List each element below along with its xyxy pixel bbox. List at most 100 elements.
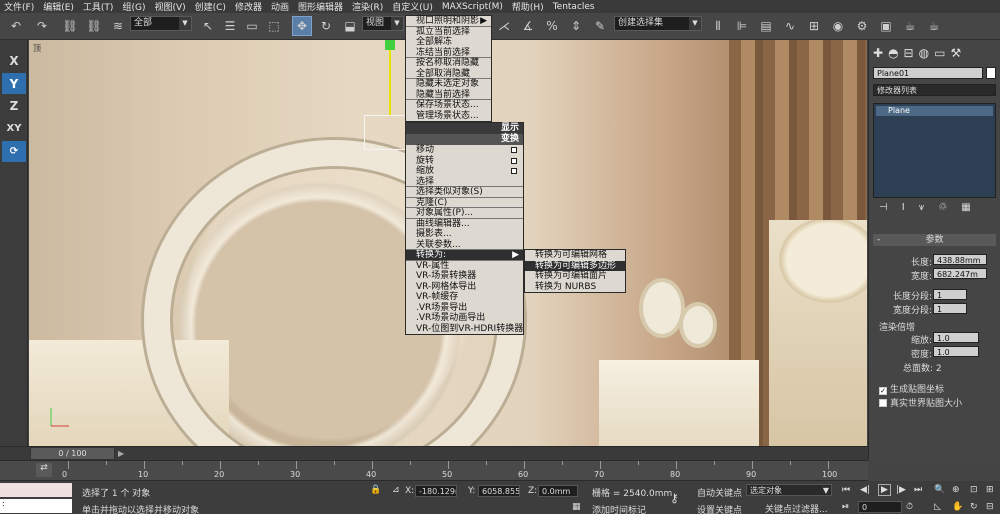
menu-item[interactable]: 帮助(H) — [512, 0, 544, 13]
select-scale-icon[interactable]: ⬓ — [340, 16, 360, 36]
absolute-mode-icon[interactable]: ⊿ — [392, 485, 400, 495]
menu-item[interactable]: 组(G) — [122, 0, 145, 13]
viewport-label[interactable]: 顶 — [33, 43, 41, 54]
quad-menu-item[interactable]: 全部取消隐藏 — [406, 69, 491, 79]
quad-menu-item[interactable]: 选择 — [406, 177, 523, 187]
maxscript-listener-input[interactable]: : — [0, 499, 72, 513]
maxscript-listener[interactable] — [0, 483, 72, 497]
mirror-icon[interactable]: ⫴ — [708, 16, 728, 36]
quad-menu-item[interactable]: 转换为可编辑网格 — [525, 250, 625, 261]
rendered-frame-window-icon[interactable]: ▣ — [876, 16, 896, 36]
quad-menu-item[interactable]: 摄影表... — [406, 229, 523, 240]
display-tab-icon[interactable]: ▭ — [934, 46, 945, 60]
x-coordinate-field[interactable]: -180.129m — [415, 485, 457, 497]
render-production-icon[interactable]: ☕ — [900, 16, 920, 36]
mini-curve-editor-icon[interactable]: ⇄ — [36, 463, 52, 477]
render-iterative-icon[interactable]: ☕ — [924, 16, 944, 36]
layer-manager-icon[interactable]: ▤ — [756, 16, 776, 36]
goto-start-icon[interactable]: ⏮ — [842, 485, 850, 495]
density-spinner[interactable]: 1.0 — [933, 346, 979, 357]
quad-menu-item[interactable]: VR-场景转换器 — [406, 271, 523, 282]
maximize-viewport-icon[interactable]: ⊟ — [986, 502, 994, 512]
settings-box-icon[interactable] — [511, 147, 517, 153]
quad-menu-item[interactable]: .VR场景动画导出 — [406, 313, 523, 324]
object-name-field[interactable]: Plane01 — [873, 67, 983, 79]
configure-sets-icon[interactable]: ▦ — [961, 202, 970, 213]
time-tag-icon[interactable]: ▦ — [572, 502, 581, 512]
modify-tab-icon[interactable]: ◓ — [888, 46, 898, 60]
settings-box-icon[interactable] — [511, 157, 517, 164]
quad-menu-item[interactable]: 孤立当前选择 — [406, 27, 491, 38]
current-frame-field[interactable]: 0 — [858, 501, 902, 513]
z-coordinate-field[interactable]: 0.0mm — [538, 485, 578, 497]
width-segs-spinner[interactable]: 1 — [933, 303, 967, 314]
redo-icon[interactable]: ↷ — [32, 16, 52, 36]
menu-item[interactable]: 文件(F) — [4, 0, 34, 13]
menu-item[interactable]: 修改器 — [235, 0, 262, 13]
quad-menu-item[interactable]: .VR场景导出 — [406, 303, 523, 314]
quad-menu-item[interactable]: 全部解冻 — [406, 37, 491, 48]
menu-item[interactable]: 自定义(U) — [392, 0, 433, 13]
axis-z-button[interactable]: Z — [2, 95, 26, 116]
quad-menu-item[interactable]: 克隆(C) — [406, 198, 523, 208]
set-key-button[interactable]: 设置关键点 — [697, 503, 742, 514]
quad-menu-item[interactable]: 转换为: ▶ — [406, 250, 523, 261]
link-icon[interactable]: ⛓ — [60, 16, 80, 36]
menu-item[interactable]: 视图(V) — [154, 0, 185, 13]
quad-menu-item[interactable]: 隐藏未选定对象 — [406, 79, 491, 90]
move-gizmo-y-axis[interactable] — [389, 40, 391, 115]
parameters-rollout[interactable]: - 参数 — [873, 234, 996, 246]
remove-modifier-icon[interactable]: ♲ — [938, 202, 947, 213]
render-setup-icon[interactable]: ⚙ — [852, 16, 872, 36]
scale-spinner[interactable]: 1.0 — [933, 332, 979, 343]
quad-menu-item[interactable]: 关联参数... — [406, 240, 523, 250]
unlink-icon[interactable]: ⛓ — [84, 16, 104, 36]
previous-frame-icon[interactable]: ◀| — [860, 485, 870, 495]
reference-coordinate-dropdown[interactable]: 视图 ▼ — [362, 16, 404, 31]
quad-menu-item[interactable]: 缩放 — [406, 166, 523, 177]
pin-stack-icon[interactable]: ⊣ — [879, 202, 888, 213]
make-unique-icon[interactable]: ⩛ — [919, 202, 925, 213]
time-config-icon[interactable]: ⏱ — [906, 502, 913, 512]
create-tab-icon[interactable]: ✚ — [873, 46, 883, 60]
quad-menu-item[interactable]: VR-帧缓存 — [406, 292, 523, 303]
menu-item[interactable]: 动画 — [271, 0, 289, 13]
pan-icon[interactable]: ✋ — [952, 502, 963, 512]
menu-item[interactable]: 编辑(E) — [43, 0, 74, 13]
time-slider-thumb[interactable]: 0 / 100 — [30, 447, 115, 460]
edit-named-selection-icon[interactable]: ✎ — [590, 16, 610, 36]
select-by-name-icon[interactable]: ☰ — [220, 16, 240, 36]
align-icon[interactable]: ⊫ — [732, 16, 752, 36]
select-move-icon[interactable]: ✥ — [292, 16, 312, 36]
width-spinner[interactable]: 682.247m — [933, 268, 987, 279]
quad-menu-item[interactable]: 隐藏当前选择 — [406, 90, 491, 100]
orbit-icon[interactable]: ↻ — [970, 502, 978, 512]
next-frame-arrow-icon[interactable]: ▶ — [118, 449, 124, 458]
real-world-checkbox[interactable]: 真实世界贴图大小 — [879, 396, 962, 409]
length-segs-spinner[interactable]: 1 — [933, 289, 967, 300]
zoom-extents-all-icon[interactable]: ⊞ — [986, 485, 994, 495]
object-color-swatch[interactable] — [986, 67, 996, 79]
add-time-tag[interactable]: 添加时间标记 — [592, 503, 646, 514]
zoom-extents-icon[interactable]: ⊡ — [970, 485, 978, 495]
menu-item[interactable]: 图形编辑器 — [298, 0, 343, 13]
quad-menu-item[interactable]: 对象属性(P)... — [406, 208, 523, 219]
lock-selection-icon[interactable]: 🔒 — [370, 485, 381, 495]
auto-key-button[interactable]: 自动关键点 — [697, 486, 742, 499]
axis-xy-button[interactable]: XY — [2, 118, 26, 139]
y-coordinate-field[interactable]: 6058.855m — [478, 485, 520, 497]
quad-menu-item[interactable]: VR-网格体导出 — [406, 282, 523, 293]
menu-item[interactable]: 渲染(R) — [352, 0, 383, 13]
goto-end-icon[interactable]: ⏭ — [914, 485, 922, 495]
timeline-ruler[interactable]: ⇄ 0 10 20 30 40 50 60 70 80 90 100 — [0, 460, 868, 481]
quad-menu-item[interactable]: 按名称取消隐藏 — [406, 58, 491, 69]
quad-menu-item[interactable]: 选择类似对象(S) — [406, 187, 523, 198]
quad-menu-item[interactable]: 曲线编辑器... — [406, 219, 523, 230]
selection-filter-dropdown[interactable]: 全部 ▼ — [130, 16, 192, 31]
quad-menu-item[interactable]: VR-位图到VR-HDRI转换器 — [406, 324, 523, 335]
key-mode-icon[interactable]: ⏯ — [842, 502, 849, 512]
gen-mapping-checkbox[interactable]: ✓ 生成贴图坐标 — [879, 382, 944, 395]
utilities-tab-icon[interactable]: ⚒ — [950, 46, 961, 60]
length-spinner[interactable]: 438.88mm — [933, 254, 987, 265]
settings-box-icon[interactable] — [511, 168, 517, 174]
